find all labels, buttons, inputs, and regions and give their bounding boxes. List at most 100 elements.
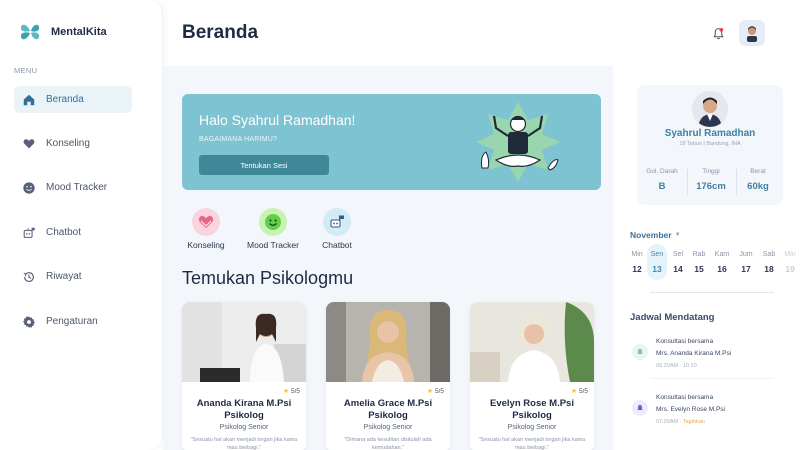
heart-hands-icon [23, 138, 35, 148]
psychologist-role: Psikolog Senior [219, 424, 269, 431]
schedule-time: 09.20AM - 10.10 [656, 363, 697, 369]
day-number: 17 [741, 264, 751, 274]
sidebar-item-label: Beranda [46, 94, 84, 105]
star-icon: ★ [427, 388, 433, 395]
profile-meta: 19 Tahun | Bandung, INA [679, 141, 741, 147]
sidebar-item-label: Riwayat [46, 271, 82, 282]
sidebar-item-label: Mood Tracker [46, 182, 108, 193]
banner-subtitle: BAGAIMANA HARIMU? [199, 136, 278, 143]
stat-label: Berat [750, 168, 766, 175]
sidebar-item-riwayat[interactable]: Riwayat [14, 263, 132, 290]
sidebar-item-konseling[interactable]: Konseling [14, 130, 132, 157]
stat-value: B [658, 181, 666, 192]
quick-action-label: Mood Tracker [247, 240, 299, 250]
greeting-banner: Halo Syahrul Ramadhan! BAGAIMANA HARIMU?… [182, 94, 601, 190]
robot-icon [23, 227, 35, 238]
day-number: 15 [694, 264, 704, 274]
psychologist-name: Ananda Kirana M.Psi Psikolog [182, 398, 306, 422]
day-of-week: Min [784, 251, 796, 258]
schedule-line2: Mrs. Ananda Kirana M.Psi [656, 350, 732, 357]
history-icon [23, 271, 34, 282]
schedule-item[interactable]: Konsultasi bersama Mrs. Ananda Kirana M.… [630, 338, 780, 378]
star-icon: ★ [283, 388, 289, 395]
stat-value: 176cm [696, 181, 726, 192]
psychologist-quote: "Dimana ada kesulitan disitulah ada kemu… [344, 437, 432, 450]
psychologist-card[interactable]: ★ 5/5 Evelyn Rose M.Psi Psikolog Psikolog … [470, 302, 594, 450]
banner-greeting: Halo Syahrul Ramadhan! [199, 112, 356, 128]
psychologist-quote: "Sesuatu hal akan menjadi ringan jika ka… [478, 437, 586, 450]
day-number: 18 [764, 264, 774, 274]
sidebar-item-label: Konseling [46, 138, 90, 149]
brand[interactable]: MentalKita [18, 20, 107, 44]
psychologist-card[interactable]: ★ 5/5 Amelia Grace M.Psi Psikolog Psikolog… [326, 302, 450, 450]
psychologist-role: Psikolog Senior [507, 424, 557, 431]
quick-action-mood-tracker[interactable]: Mood Tracker [243, 208, 303, 250]
divider [650, 378, 774, 379]
day-of-week: Rab [692, 251, 706, 258]
user-avatar-button[interactable] [739, 20, 765, 46]
day-number: 19 [785, 264, 795, 274]
day-of-week: Kam [714, 251, 730, 258]
day-number: 12 [632, 264, 642, 274]
calendar-day[interactable]: Sab 18 [759, 244, 779, 280]
calendar-day[interactable]: Min 12 [627, 244, 647, 280]
psychologist-card[interactable]: ★ 5/5 Ananda Kirana M.Psi Psikolog Psikolo… [182, 302, 306, 450]
section-title-psikolog: Temukan Psikologmu [182, 268, 354, 288]
rating-value: 5/5 [290, 387, 300, 395]
sidebar-item-label: Pengaturan [46, 316, 98, 327]
sidebar-item-mood-tracker[interactable]: Mood Tracker [14, 174, 132, 201]
bell-icon [632, 344, 648, 360]
stat-height: Tinggi 176cm [688, 168, 734, 192]
gear-icon [22, 315, 36, 328]
name-line: Evelyn Rose M.Psi [490, 398, 574, 409]
time-value: 07.00AM [656, 419, 679, 425]
profile-avatar [692, 91, 728, 127]
sidebar-item-beranda[interactable]: Beranda [14, 86, 132, 113]
calendar-day[interactable]: Min 19 [780, 244, 800, 280]
brand-name: MentalKita [51, 26, 107, 38]
rating-value: 5/5 [578, 387, 588, 395]
sidebar: MentalKita MENU Beranda Konseling Mood T… [0, 0, 163, 450]
bell-icon [632, 400, 648, 416]
schedule-line1: Konsultasi bersama [656, 394, 714, 401]
page-title: Beranda [182, 22, 259, 43]
calendar-day[interactable]: Sel 14 [668, 244, 688, 280]
name-line: Ananda Kirana M.Psi [196, 398, 292, 409]
schedule-item[interactable]: Konsultasi bersama Mrs. Evelyn Rose M.Ps… [630, 394, 780, 434]
schedule-line2: Mrs. Evelyn Rose M.Psi [656, 406, 725, 413]
calendar-day[interactable]: Jum 17 [736, 244, 756, 280]
month-selector[interactable]: November ▼ [630, 230, 681, 240]
quick-action-label: Chatbot [322, 240, 352, 250]
calendar-day[interactable]: Kam 16 [712, 244, 732, 280]
psychologist-name: Amelia Grace M.Psi Psikolog [326, 398, 450, 422]
quick-action-chatbot[interactable]: Chatbot [307, 208, 367, 250]
sidebar-item-pengaturan[interactable]: Pengaturan [14, 308, 132, 335]
profile-card: Syahrul Ramadhan 19 Tahun | Bandung, INA… [637, 85, 783, 205]
psychologist-quote: "Sesuatu hal akan menjadi ringan jika ka… [190, 437, 298, 450]
stat-weight: Berat 60kg [735, 168, 781, 192]
psychologist-photo [326, 302, 450, 382]
day-of-week: Sen [650, 251, 664, 258]
sidebar-item-chatbot[interactable]: Chatbot [14, 219, 132, 246]
schedule-line1: Konsultasi bersama [656, 338, 714, 345]
stat-label: Tinggi [702, 168, 720, 175]
sidebar-item-label: Chatbot [46, 227, 82, 238]
notification-button[interactable] [707, 22, 729, 44]
day-of-week: Jum [739, 251, 753, 258]
rating: ★ 5/5 [427, 387, 444, 396]
psychologist-photo [470, 302, 594, 382]
psychologist-photo [182, 302, 306, 382]
schedule-title: Jadwal Mendatang [630, 312, 715, 323]
profile-name: Syahrul Ramadhan [664, 128, 756, 139]
calendar-day-selected[interactable]: Sen 13 [647, 244, 667, 280]
meditation-illustration [476, 102, 560, 182]
logo-icon [20, 24, 40, 40]
schedule-session-button[interactable]: Tentukan Sesi [199, 155, 329, 175]
quick-action-konseling[interactable]: Konseling [176, 208, 236, 250]
psychologist-name: Evelyn Rose M.Psi Psikolog [470, 398, 594, 422]
chevron-down-icon: ▼ [674, 232, 681, 238]
star-icon: ★ [571, 388, 577, 395]
calendar-day[interactable]: Rab 15 [689, 244, 709, 280]
psychologist-role: Psikolog Senior [363, 424, 413, 431]
chatbot-icon [323, 208, 351, 236]
